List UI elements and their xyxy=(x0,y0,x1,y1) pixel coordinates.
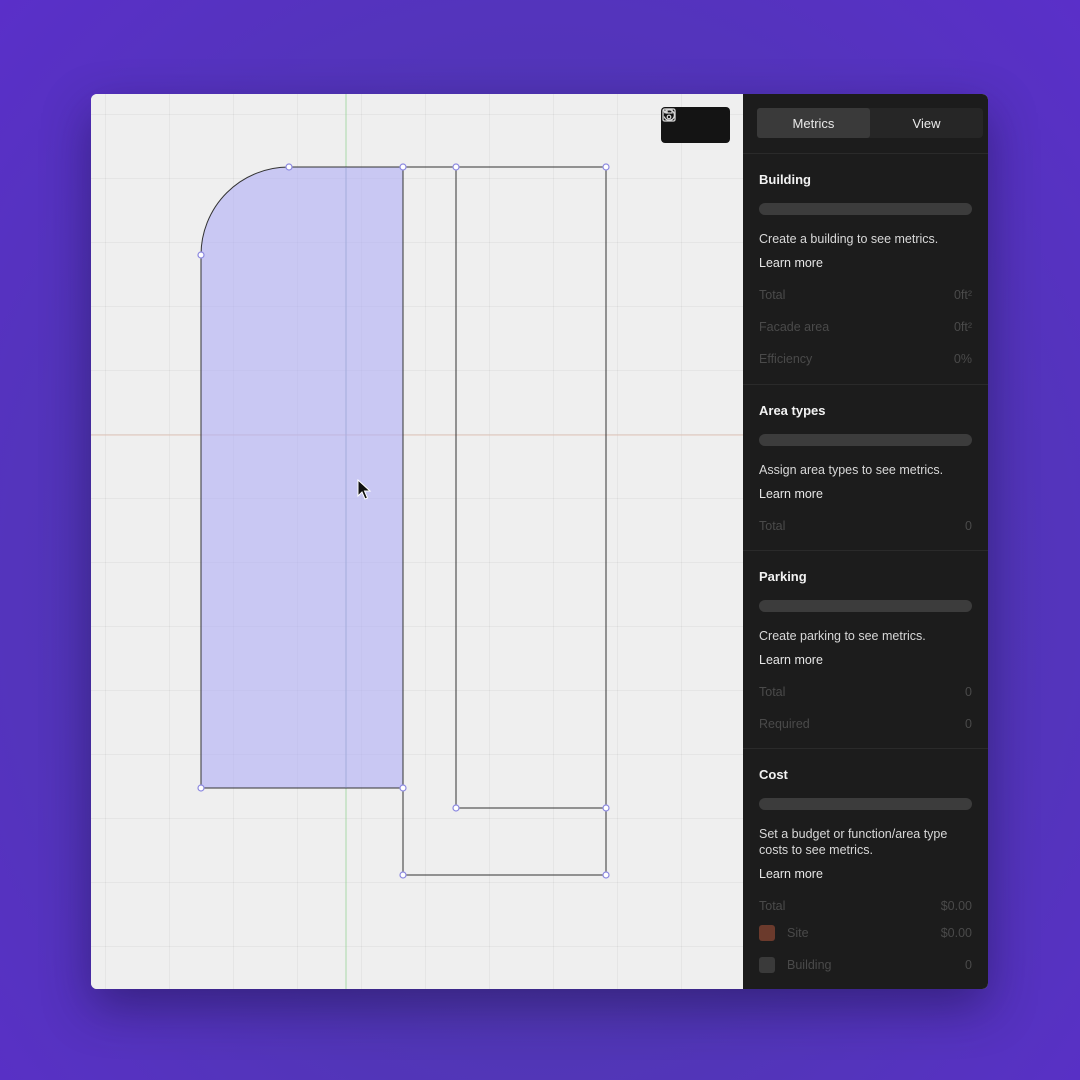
canvas-drawing[interactable] xyxy=(91,94,743,989)
section-title: Building xyxy=(759,172,811,187)
metric-row: Building 0 xyxy=(759,957,972,973)
metric-label: Site xyxy=(787,926,809,940)
section-message: Assign area types to see metrics. xyxy=(759,463,944,477)
metric-value: 0ft² xyxy=(953,320,972,334)
progress-bar xyxy=(759,798,972,810)
metric-value: 0 xyxy=(965,685,972,699)
metric-value: $0.00 xyxy=(940,899,972,913)
section-area-types: Area types Assign area types to see metr… xyxy=(743,384,988,551)
selected-shape xyxy=(200,166,404,789)
section-message: Create parking to see metrics. xyxy=(759,629,926,643)
metric-row: Total 0ft² xyxy=(759,288,972,302)
learn-more-link[interactable]: Learn more xyxy=(759,653,823,667)
metric-row: Facade area 0ft² xyxy=(759,320,972,334)
undo-button[interactable] xyxy=(662,109,726,138)
panel-tabs: Metrics View xyxy=(757,108,983,138)
section-message: Create a building to see metrics. xyxy=(759,232,939,246)
app-window: Metrics View Building Create a building … xyxy=(91,94,988,989)
inner-rectangle xyxy=(455,166,607,809)
metric-value: 0% xyxy=(953,352,972,366)
building-color-swatch[interactable] xyxy=(759,957,775,973)
section-title: Parking xyxy=(759,569,807,584)
design-canvas[interactable] xyxy=(91,94,743,989)
tab-metrics[interactable]: Metrics xyxy=(757,108,870,138)
metric-label: Building xyxy=(787,958,832,972)
metric-row: Efficiency 0% xyxy=(759,352,972,366)
metric-label: Total xyxy=(759,899,786,913)
progress-bar xyxy=(759,434,972,446)
canvas-toolbar xyxy=(661,107,730,143)
metric-label: Efficiency xyxy=(759,352,813,366)
metric-row: Site $0.00 xyxy=(759,925,972,941)
metrics-panel: Metrics View Building Create a building … xyxy=(743,94,988,989)
metric-row: Total $0.00 xyxy=(759,899,972,913)
l-shape-outline xyxy=(402,166,607,876)
section-title: Cost xyxy=(759,767,788,782)
site-color-swatch[interactable] xyxy=(759,925,775,941)
metric-value: $0.00 xyxy=(940,926,972,940)
metric-value: 0 xyxy=(965,519,972,533)
metric-label: Total xyxy=(759,685,786,699)
metric-value: 0ft² xyxy=(953,288,972,302)
undo-icon xyxy=(662,109,676,121)
metric-label: Total xyxy=(759,519,786,533)
metric-label: Required xyxy=(759,717,810,731)
section-building: Building Create a building to see metric… xyxy=(743,154,988,384)
metric-label: Total xyxy=(759,288,786,302)
section-message: Set a budget or function/area type costs… xyxy=(759,827,948,857)
learn-more-link[interactable]: Learn more xyxy=(759,867,823,881)
metric-value: 0 xyxy=(965,958,972,972)
section-title: Area types xyxy=(759,403,826,418)
metric-label: Facade area xyxy=(759,320,830,334)
progress-bar xyxy=(759,203,972,215)
learn-more-link[interactable]: Learn more xyxy=(759,256,823,270)
metric-row: Required 0 xyxy=(759,717,972,731)
learn-more-link[interactable]: Learn more xyxy=(759,487,823,501)
progress-bar xyxy=(759,600,972,612)
section-cost: Cost Set a budget or function/area type … xyxy=(743,748,988,989)
metric-row: Total 0 xyxy=(759,519,972,533)
section-parking: Parking Create parking to see metrics. L… xyxy=(743,550,988,749)
metric-row: Total 0 xyxy=(759,685,972,699)
metric-value: 0 xyxy=(965,717,972,731)
tab-view[interactable]: View xyxy=(870,108,983,138)
